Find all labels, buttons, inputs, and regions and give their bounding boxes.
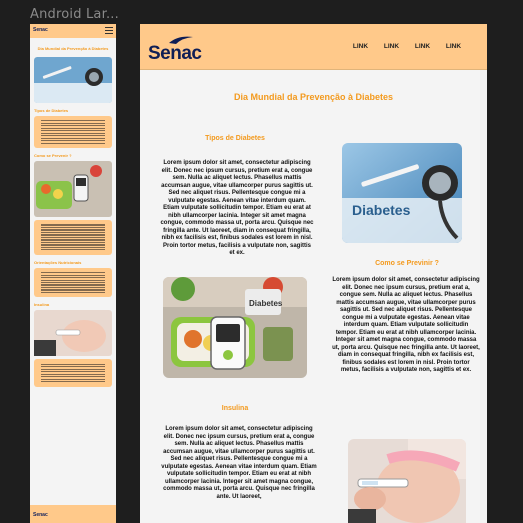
mobile-text-card (34, 116, 112, 149)
logo-text: Senac (148, 43, 202, 64)
section-heading-prevenir: Como se Previnir ? (375, 260, 439, 267)
artboard-label: Android Lar... (30, 7, 119, 22)
nav-link-4[interactable]: LINK (438, 43, 469, 50)
senac-logo[interactable]: Senac (148, 35, 202, 65)
mobile-section-heading: Orientações Nutricionais (34, 259, 82, 265)
hamburger-menu-icon[interactable] (105, 27, 113, 34)
desktop-artboard[interactable]: Senac LINK LINK LINK LINK Dia Mundial da… (140, 24, 487, 523)
section-body-insulina: Lorem ipsum dolor sit amet, consectetur … (161, 426, 317, 500)
nav-link-3[interactable]: LINK (407, 43, 438, 50)
food-glucometer-image: Diabetes (163, 277, 307, 378)
mobile-footer: Senac (30, 505, 116, 523)
mobile-text-card (34, 359, 112, 387)
section-heading-insulina: Insulina (221, 405, 249, 412)
mobile-artboard[interactable]: Senac Dia Mundial da Prevenção à Diabete… (30, 24, 116, 523)
mobile-section-heading: Tipos de Diabetes (34, 108, 69, 113)
section-heading-tipos: Tipos de Diabetes (205, 135, 265, 142)
mobile-section-heading: Como se Prevenir ? (34, 153, 72, 159)
food-photo-label: Diabetes (249, 299, 283, 308)
section-body-tipos: Lorem ipsum dolor sit amet, consectetur … (160, 160, 314, 256)
section-body-prevenir: Lorem ipsum dolor sit amet, consectetur … (332, 277, 480, 373)
main-nav: LINK LINK LINK LINK (345, 43, 469, 50)
diabetes-image: Diabetes (342, 143, 462, 243)
nav-link-1[interactable]: LINK (345, 43, 376, 50)
mobile-section-heading: Insulina (34, 302, 50, 308)
nav-link-2[interactable]: LINK (376, 43, 407, 50)
mobile-text-card (34, 267, 112, 298)
mobile-food-image (34, 161, 112, 218)
diabetes-photo-label: Diabetes (352, 202, 411, 218)
insulin-injection-image (348, 439, 466, 523)
site-header: Senac LINK LINK LINK LINK (140, 24, 487, 70)
mobile-footer-logo: Senac (33, 512, 48, 518)
mobile-insulin-image (34, 310, 112, 357)
mobile-logo: Senac (33, 27, 48, 33)
mobile-hero-image (34, 57, 112, 103)
mobile-header: Senac (30, 24, 116, 38)
mobile-page-title: Dia Mundial da Prevenção à Diabetes (37, 46, 109, 51)
page-title: Dia Mundial da Prevenção à Diabetes (233, 92, 394, 102)
mobile-text-card (34, 220, 112, 255)
